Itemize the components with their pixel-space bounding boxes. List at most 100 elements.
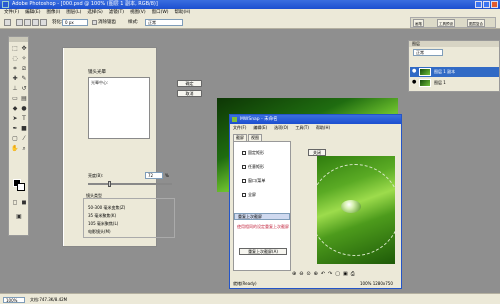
stamp-icon[interactable]: ⊥ [11, 85, 19, 93]
magic-wand-icon[interactable]: ✧ [20, 55, 28, 63]
layers-panel-title: 图层 [409, 41, 499, 47]
capture-options-panel: 固定矩形 任意矩形 窗口/菜单 全屏 重复上次截屏 使用相同的设定重复上次截屏 … [233, 141, 291, 271]
menu-window[interactable]: 窗口(W) [152, 9, 169, 16]
style-label: 样式: [128, 20, 139, 25]
screen-mode-icon[interactable]: ▣ [15, 213, 23, 221]
shape-icon[interactable]: ■ [20, 125, 28, 133]
option-fullscreen[interactable]: 全屏 [242, 192, 256, 198]
maximize-button[interactable] [483, 1, 490, 8]
slice-icon[interactable]: ⧄ [20, 65, 28, 73]
add-selection-icon[interactable] [24, 19, 31, 26]
print-icon[interactable]: ⎙ [351, 270, 355, 278]
mwsnap-titlebar: MWSnap - 未命名 [230, 115, 401, 124]
zoom-field[interactable]: 100% [3, 297, 25, 303]
layer-name: 图层 1 副本 [434, 69, 456, 74]
flare-center-preview[interactable]: 光晕中心: [88, 77, 150, 139]
history-brush-icon[interactable]: ↺ [20, 85, 28, 93]
radio-zoom[interactable]: 50-300 毫米变焦(Z) [88, 205, 125, 211]
type-icon[interactable]: T [20, 115, 28, 123]
eye-icon[interactable]: ● [412, 69, 417, 74]
dodge-icon[interactable]: ● [20, 105, 28, 113]
mwsnap-close-button[interactable]: 关闭 [308, 149, 326, 156]
menu-file[interactable]: 文件(F) [4, 9, 19, 16]
gradient-icon[interactable]: ▤ [20, 95, 28, 103]
mwsnap-menu-tools[interactable]: 工具(T) [295, 124, 309, 132]
path-select-icon[interactable]: ➤ [11, 115, 19, 123]
option-repeat-last[interactable]: 重复上次截屏 [234, 213, 290, 220]
radio-35mm[interactable]: 35 毫米聚焦(K) [88, 213, 116, 219]
tab-brushes[interactable]: 画笔 [413, 19, 424, 27]
options-bar: 羽化: 0 px 消除锯齿 样式: 正常 画笔 工具预设 图层复合 [0, 16, 500, 29]
zoom-icon[interactable]: ⌕ [20, 145, 28, 153]
zoom-actual-icon[interactable]: ⊕ [314, 270, 318, 278]
option-any-rect[interactable]: 任意矩形 [242, 164, 264, 170]
notes-icon[interactable]: ▢ [11, 135, 19, 143]
cancel-button[interactable]: 取消 [177, 90, 202, 97]
menu-help[interactable]: 帮助(H) [175, 9, 191, 16]
radio-movie[interactable]: 电影镜头(M) [88, 229, 111, 235]
background-color-swatch[interactable] [17, 183, 25, 191]
eyedropper-icon[interactable]: ⁄ [20, 135, 28, 143]
doc-size: 文档:747.3K/8.42M [30, 297, 68, 302]
layer-thumbnail [419, 79, 431, 87]
slider-knob[interactable] [108, 181, 111, 187]
save-icon[interactable]: ▣ [343, 270, 348, 278]
ok-button[interactable]: 确定 [177, 80, 202, 87]
radio-105mm[interactable]: 105 毫米聚焦(L) [88, 221, 118, 227]
rotate-right-icon[interactable]: ↷ [328, 270, 332, 278]
marquee-icon[interactable]: ⬚ [11, 45, 19, 53]
menu-image[interactable]: 图像(I) [46, 9, 60, 16]
capture-preview[interactable] [317, 156, 395, 264]
tab-layer-comps[interactable]: 图层复合 [467, 19, 485, 27]
brightness-input[interactable]: 72 [145, 172, 163, 179]
healing-icon[interactable]: ✚ [11, 75, 19, 83]
mwsnap-menu-options[interactable]: 选项(O) [274, 124, 288, 132]
toolbox-grip[interactable] [9, 37, 28, 42]
close-button[interactable] [491, 1, 498, 8]
marquee-tool-icon[interactable] [4, 19, 11, 26]
blur-icon[interactable]: ◆ [11, 105, 19, 113]
repeat-hint: 使用相同的设定重复上次截屏 [237, 224, 289, 229]
menu-select[interactable]: 选择(S) [87, 9, 102, 16]
crop-icon[interactable]: ⌗ [11, 65, 19, 73]
zoom-out-icon[interactable]: ⊖ [299, 270, 303, 278]
hand-icon[interactable]: ✋ [11, 145, 19, 153]
workspace-well: 画笔 工具预设 图层复合 [410, 17, 496, 28]
layer-row[interactable]: ● 图层 1 副本 [410, 67, 499, 77]
layer-row[interactable]: ● 图层 1 [410, 78, 499, 88]
menu-filter[interactable]: 滤镜(T) [109, 9, 124, 16]
menu-edit[interactable]: 编辑(E) [25, 9, 40, 16]
eye-icon[interactable]: ● [412, 80, 417, 85]
menu-view[interactable]: 视图(V) [130, 9, 146, 16]
fit-icon[interactable]: ⊙ [306, 270, 310, 278]
menu-layer[interactable]: 图层(L) [66, 9, 81, 16]
pen-icon[interactable]: ✒ [11, 125, 19, 133]
option-label: 全屏 [248, 192, 256, 197]
zoom-in-icon[interactable]: ⊕ [292, 270, 296, 278]
mwsnap-status: 就绪(Ready) [233, 281, 257, 286]
copy-icon[interactable]: ▢ [335, 270, 340, 278]
option-fixed-rect[interactable]: 固定矩形 [242, 150, 264, 156]
eraser-icon[interactable]: ▭ [11, 95, 19, 103]
repeat-capture-button[interactable]: 重复上次截屏(A) [239, 248, 287, 255]
brush-icon[interactable]: ✎ [20, 75, 28, 83]
brightness-slider[interactable] [88, 181, 172, 187]
option-window-menu[interactable]: 窗口/菜单 [242, 178, 265, 184]
intersect-selection-icon[interactable] [40, 19, 47, 26]
minimize-button[interactable] [475, 1, 482, 8]
mwsnap-menu-file[interactable]: 文件(F) [233, 124, 246, 132]
new-selection-icon[interactable] [16, 19, 23, 26]
mwsnap-menu-help[interactable]: 帮助(H) [316, 124, 330, 132]
mwsnap-menu-edit[interactable]: 编辑(E) [253, 124, 267, 132]
blend-mode-select[interactable]: 正常 [413, 49, 443, 56]
move-icon[interactable]: ✥ [20, 45, 28, 53]
standard-mode-icon[interactable]: ◻ [11, 199, 19, 207]
feather-input[interactable]: 0 px [62, 19, 88, 26]
antialias-checkbox[interactable] [92, 20, 97, 25]
rotate-left-icon[interactable]: ↶ [321, 270, 325, 278]
quickmask-mode-icon[interactable]: ◼ [20, 199, 28, 207]
subtract-selection-icon[interactable] [32, 19, 39, 26]
lasso-icon[interactable]: ◌ [11, 55, 19, 63]
tab-tool-presets[interactable]: 工具预设 [437, 19, 455, 27]
style-select[interactable]: 正常 [145, 19, 183, 26]
